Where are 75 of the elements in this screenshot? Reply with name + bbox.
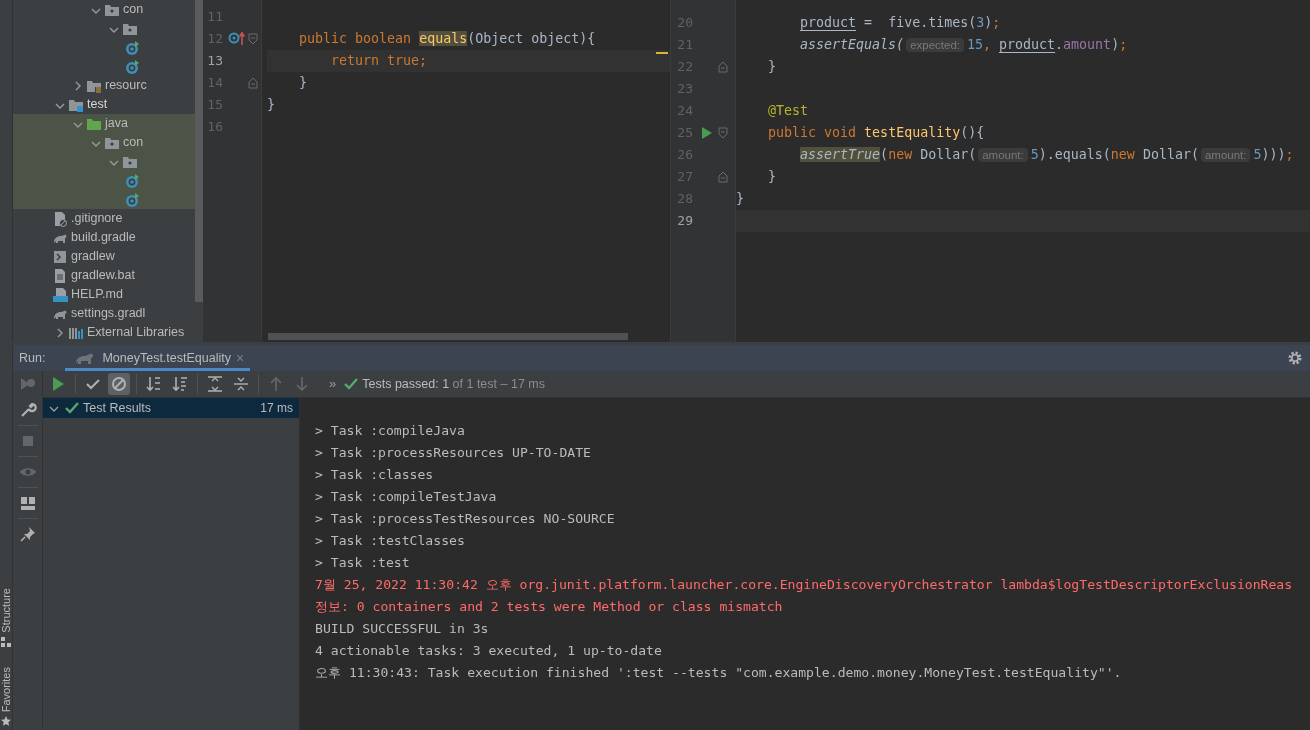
tree-row[interactable]: java (13, 114, 195, 133)
star-icon (1, 716, 11, 726)
test-result-row[interactable]: Test Results 17 ms (43, 398, 299, 418)
tree-row[interactable]: con (13, 0, 195, 19)
tree-row[interactable]: .gitignore (13, 209, 195, 228)
console-line: 4 actionable tasks: 3 executed, 1 up-to-date (315, 642, 663, 660)
class-icon (124, 58, 140, 75)
override-icon[interactable] (228, 31, 246, 47)
scrollbar[interactable] (195, 0, 203, 302)
settings-icon[interactable] (1288, 351, 1302, 365)
fold-icon[interactable] (248, 77, 258, 89)
tree-row[interactable]: settings.gradl (13, 304, 195, 323)
tree-row[interactable]: External Libraries (13, 323, 195, 342)
tree-row[interactable]: gradlew (13, 247, 195, 266)
code-line: public void testEquality(){ (767, 124, 985, 143)
tree-row[interactable]: con (13, 133, 195, 152)
markdown-icon (52, 286, 68, 303)
check-icon (65, 401, 79, 415)
tree-row[interactable]: build.gradle (13, 228, 195, 247)
structure-icon (1, 636, 11, 647)
test-status: Tests passed: 1 of 1 test – 17 ms (362, 375, 545, 393)
pin-icon[interactable] (18, 525, 37, 543)
class-icon (124, 172, 140, 189)
console-line: > Task :testClasses (315, 532, 466, 550)
tree-row[interactable]: resourc (13, 76, 195, 95)
code-line: product = five.times(3); (799, 14, 1001, 33)
layout-icon[interactable] (18, 494, 37, 512)
tree-row[interactable]: test (13, 95, 195, 114)
expand-all-icon[interactable] (206, 375, 224, 393)
code-line: public boolean equals(Object object){ (298, 30, 596, 49)
panel-label: Run: (19, 349, 46, 367)
scrollbar[interactable] (268, 333, 628, 340)
tree-row[interactable]: gradlew.bat (13, 266, 195, 285)
console-line: 정보: 0 containers and 2 tests were Method or class mismatch (315, 598, 784, 616)
console-line: > Task :test (315, 554, 411, 572)
fold-icon[interactable] (718, 171, 728, 183)
sort-icon[interactable] (171, 375, 189, 393)
console-line: > Task :processResources UP-TO-DATE (315, 444, 592, 462)
code-line: } (298, 74, 308, 93)
console-line: BUILD SUCCESSFUL in 3s (315, 620, 490, 638)
check-icon (344, 377, 359, 391)
console-line: > Task :compileTestJava (315, 488, 498, 506)
warning-stripe (656, 52, 668, 54)
collapse-all-icon[interactable] (232, 375, 250, 393)
sort-icon[interactable] (145, 375, 163, 393)
code-line: } (267, 96, 275, 115)
code-line: } (767, 58, 777, 77)
tree-row[interactable] (13, 190, 195, 209)
file-icon (52, 267, 68, 284)
cancel-icon[interactable] (110, 375, 128, 393)
console-line: 7월 25, 2022 11:30:42 오후 org.junit.platform.launcher.core.EngineDiscoveryOrchestrator lambda$logTestDescriptorExclusionReas (315, 576, 1294, 594)
code-line: assertTrue(new Dollar( amount: 5).equals(new Dollar( amount: 5))); (799, 146, 1294, 165)
side-tab[interactable]: Structure (0, 588, 15, 633)
line-number: 13 (206, 52, 223, 71)
line-number: 29 (676, 212, 693, 231)
class-icon (124, 39, 140, 56)
console-line: > Task :processTestResources NO-SOURCE (315, 510, 616, 528)
file-icon (52, 210, 68, 227)
code-line: @Test (767, 102, 809, 121)
class-icon (124, 191, 140, 208)
tree-row[interactable]: HELP.md (13, 285, 195, 304)
code-line: assertEquals( expected: 15, product.amount); (799, 36, 1128, 55)
more-button[interactable]: » (329, 374, 337, 394)
fold-icon[interactable] (248, 33, 258, 45)
console-line: > Task :classes (315, 466, 435, 484)
code-line: } (736, 190, 744, 209)
fold-icon[interactable] (718, 127, 728, 139)
code-line: return true; (330, 52, 428, 71)
side-tab[interactable]: Favorites (0, 666, 15, 712)
fold-icon[interactable] (718, 61, 728, 73)
run-tab[interactable]: MoneyTest.testEquality × (65, 345, 251, 371)
code-line: } (767, 168, 777, 187)
console-line: 오후 11:30:43: Task execution finished ':test --tests "com.example.demo.money.MoneyTest.testEquality"'. (315, 664, 1123, 682)
terminal-icon (52, 248, 68, 265)
console-line: > Task :compileJava (315, 422, 466, 440)
